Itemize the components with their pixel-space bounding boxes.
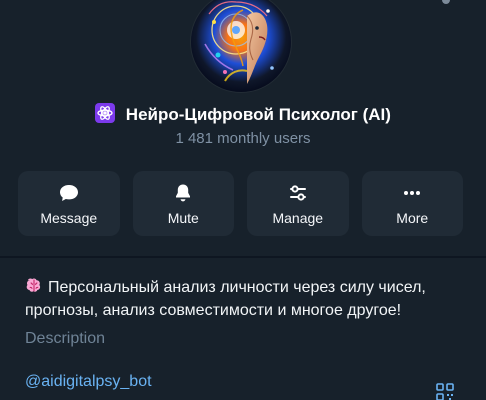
profile-name: Нейро-Цифровой Психолог (AI) — [0, 103, 486, 127]
username-link[interactable]: @aidigitalpsy_bot — [25, 372, 152, 392]
description-label: Description — [25, 330, 106, 347]
message-button-label: Message — [40, 210, 98, 226]
message-button[interactable]: Message — [18, 171, 120, 236]
mute-button-label: Mute — [167, 210, 199, 226]
sliders-icon — [289, 185, 306, 201]
more-icon — [404, 191, 421, 195]
profile-screen: Нейро-Цифровой Психолог (AI) 1 481 month… — [0, 0, 486, 400]
atom-icon — [95, 103, 116, 123]
brain-icon — [26, 278, 41, 292]
message-icon — [59, 185, 78, 201]
profile-name-text: Нейро-Цифровой Психолог (AI) — [125, 105, 391, 124]
monthly-users: 1 481 monthly users — [175, 130, 311, 147]
profile-actions: Message Mute Manage More — [18, 171, 463, 236]
manage-button[interactable]: Manage — [247, 171, 349, 236]
profile-description: Персональный анализ личности через силу … — [25, 276, 461, 322]
more-button[interactable]: More — [361, 171, 463, 236]
mute-button[interactable]: Mute — [132, 171, 234, 236]
manage-button-label: Manage — [272, 210, 324, 226]
profile-description-text: Персональный анализ личности через силу … — [25, 279, 426, 319]
qr-code-icon[interactable] — [436, 383, 454, 400]
more-button-label: More — [396, 210, 429, 226]
bell-icon — [176, 184, 191, 202]
